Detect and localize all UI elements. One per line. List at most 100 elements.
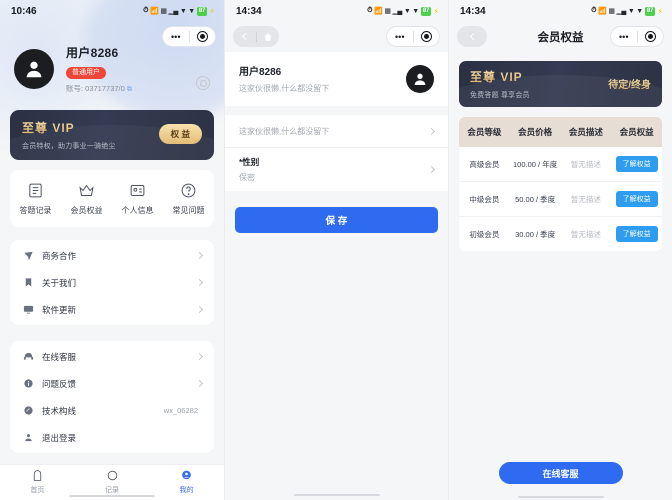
vip-banner: 至尊 VIP 免费答题 尊享会员 待定/终身: [459, 61, 662, 107]
tab-home[interactable]: 首页: [0, 469, 75, 495]
grid-item-records[interactable]: 答题记录: [10, 182, 61, 216]
copy-icon[interactable]: ⧉: [127, 86, 132, 93]
record-icon: [107, 470, 117, 481]
vip-title: 至尊 VIP: [22, 119, 116, 136]
avatar[interactable]: [406, 64, 434, 93]
user-badge-wrap: 普通用户: [66, 61, 132, 79]
status-icons: ⏱ 📶 ▦ ▁▄ ▼ ▼ 87 ⚡: [367, 6, 439, 16]
more-dots-icon[interactable]: •••: [387, 32, 413, 41]
menu-label: 关于我们: [42, 277, 77, 288]
chevron-right-icon: [195, 278, 204, 287]
tab-mine[interactable]: 我的: [149, 469, 224, 495]
close-target-icon[interactable]: [190, 31, 216, 42]
vip-subtitle: 会员特权，助力事业一骑绝尘: [22, 143, 116, 150]
tab-records[interactable]: 记录: [75, 469, 150, 495]
form-row-signature[interactable]: 这家伙很懒,什么都没留下: [225, 115, 448, 148]
vip-title: 至尊 VIP: [470, 68, 530, 85]
wifi-icon: ▼: [403, 7, 411, 15]
form-main: *性别 保密: [239, 156, 429, 183]
sim-icon: ▦: [160, 8, 167, 15]
nav-bar-3: 会员权益 •••: [449, 22, 672, 52]
menu-item-about[interactable]: 关于我们: [10, 269, 214, 296]
field-value: 这家伙很懒,什么都没留下: [239, 126, 330, 136]
sim-icon: ▦: [384, 8, 391, 15]
menu-item-logout[interactable]: 退出登录: [10, 424, 214, 451]
question-icon: [180, 182, 197, 199]
more-dots-icon[interactable]: •••: [611, 32, 637, 41]
profile-summary-text: 用户8286 这家伙很懒,什么都没留下: [239, 63, 329, 94]
form-list: 这家伙很懒,什么都没留下 *性别 保密: [225, 115, 448, 191]
panel-edit-profile: 14:34 ⏱ 📶 ▦ ▁▄ ▼ ▼ 87 ⚡ ••• 用户8286 这家伙很懒…: [224, 0, 448, 500]
status-icons: ⏱ 📶 ▦ ▁▄ ▼ ▼ 87 ⚡: [143, 6, 215, 16]
mini-program-capsule-2[interactable]: •••: [386, 26, 440, 47]
more-dots-icon[interactable]: •••: [163, 32, 189, 41]
cell-action: 了解权益: [611, 217, 662, 251]
grid-item-personal-info[interactable]: 个人信息: [112, 182, 163, 216]
wechat-icon: [22, 405, 34, 417]
grid-label: 个人信息: [121, 206, 154, 215]
menu-item-feedback[interactable]: 问题反馈: [10, 370, 214, 397]
crown-icon: [78, 182, 95, 199]
back-home-pill[interactable]: [233, 26, 279, 47]
back-arrow-icon[interactable]: [233, 32, 256, 41]
cell-action: 了解权益: [611, 147, 662, 181]
home-icon[interactable]: [257, 32, 280, 42]
home-indicator: [293, 493, 380, 496]
avatar[interactable]: [14, 49, 54, 89]
mini-program-capsule-1[interactable]: •••: [162, 26, 216, 47]
signal-icon: ▁▄: [616, 8, 626, 15]
learn-benefits-button[interactable]: 了解权益: [615, 191, 658, 207]
menu-item-online-service[interactable]: 在线客服: [10, 343, 214, 370]
chevron-right-icon: [195, 305, 204, 314]
field-value: 保密: [239, 173, 255, 182]
vip-duration: 待定/终身: [608, 76, 651, 91]
cell-price: 100.00 / 年度: [513, 159, 558, 169]
home-indicator: [69, 494, 155, 497]
vip-benefits-button[interactable]: 权 益: [158, 124, 202, 144]
close-target-icon[interactable]: [414, 31, 440, 42]
grid-label: 答题记录: [19, 206, 52, 215]
save-button[interactable]: 保 存: [235, 207, 438, 233]
battery-badge: 87: [420, 6, 432, 16]
chevron-right-icon: [427, 127, 436, 135]
menu-label: 商务合作: [42, 250, 77, 261]
page-title: 会员权益: [537, 32, 584, 44]
alarm-icon: ⏱: [143, 7, 149, 14]
battery-badge: 87: [644, 6, 656, 16]
status-time: 14:34: [460, 5, 486, 17]
vip-card-text: 至尊 VIP 会员特权，助力事业一骑绝尘: [22, 119, 116, 151]
form-row-gender[interactable]: *性别 保密: [225, 148, 448, 191]
cell-level: 高级会员: [469, 159, 500, 169]
online-service-button[interactable]: 在线客服: [498, 462, 623, 484]
cell-desc: 暂无描述: [570, 194, 601, 204]
close-target-icon[interactable]: [638, 31, 664, 42]
vibrate-icon: 📶: [598, 8, 607, 15]
learn-benefits-button[interactable]: 了解权益: [615, 156, 658, 172]
tab-label: 记录: [105, 487, 119, 494]
id-card-icon: [129, 182, 146, 199]
account-line: 账号: 03717737/0 ⧉: [66, 83, 132, 94]
user-name: 用户8286: [66, 46, 119, 60]
learn-benefits-button[interactable]: 了解权益: [615, 226, 658, 242]
user-name: 用户8286: [239, 67, 282, 78]
column-header-benefits: 会员权益: [619, 127, 654, 137]
menu-item-business[interactable]: 商务合作: [10, 242, 214, 269]
vip-card[interactable]: 至尊 VIP 会员特权，助力事业一骑绝尘 权 益: [10, 110, 214, 160]
mini-program-capsule-3[interactable]: •••: [610, 26, 664, 47]
chevron-right-icon: [195, 379, 204, 388]
grid-item-member-benefits[interactable]: 会员权益: [61, 182, 112, 216]
back-arrow-icon[interactable]: [457, 32, 487, 41]
grid-item-faq[interactable]: 常见问题: [163, 182, 214, 216]
menu-item-update[interactable]: 软件更新: [10, 296, 214, 323]
menu-label: 软件更新: [42, 304, 77, 315]
column-header-level: 会员等级: [467, 127, 502, 137]
send-icon: [22, 250, 34, 262]
back-button[interactable]: [457, 26, 487, 47]
grid-label: 常见问题: [172, 206, 205, 215]
form-main: 这家伙很懒,什么都没留下: [239, 126, 429, 137]
settings-circle-icon[interactable]: [196, 76, 210, 90]
charging-icon: ⚡: [209, 6, 215, 16]
menu-item-tech-support[interactable]: 技术构线 wx_06282: [10, 397, 214, 424]
charging-icon: ⚡: [433, 6, 439, 16]
charging-icon: ⚡: [657, 6, 663, 16]
